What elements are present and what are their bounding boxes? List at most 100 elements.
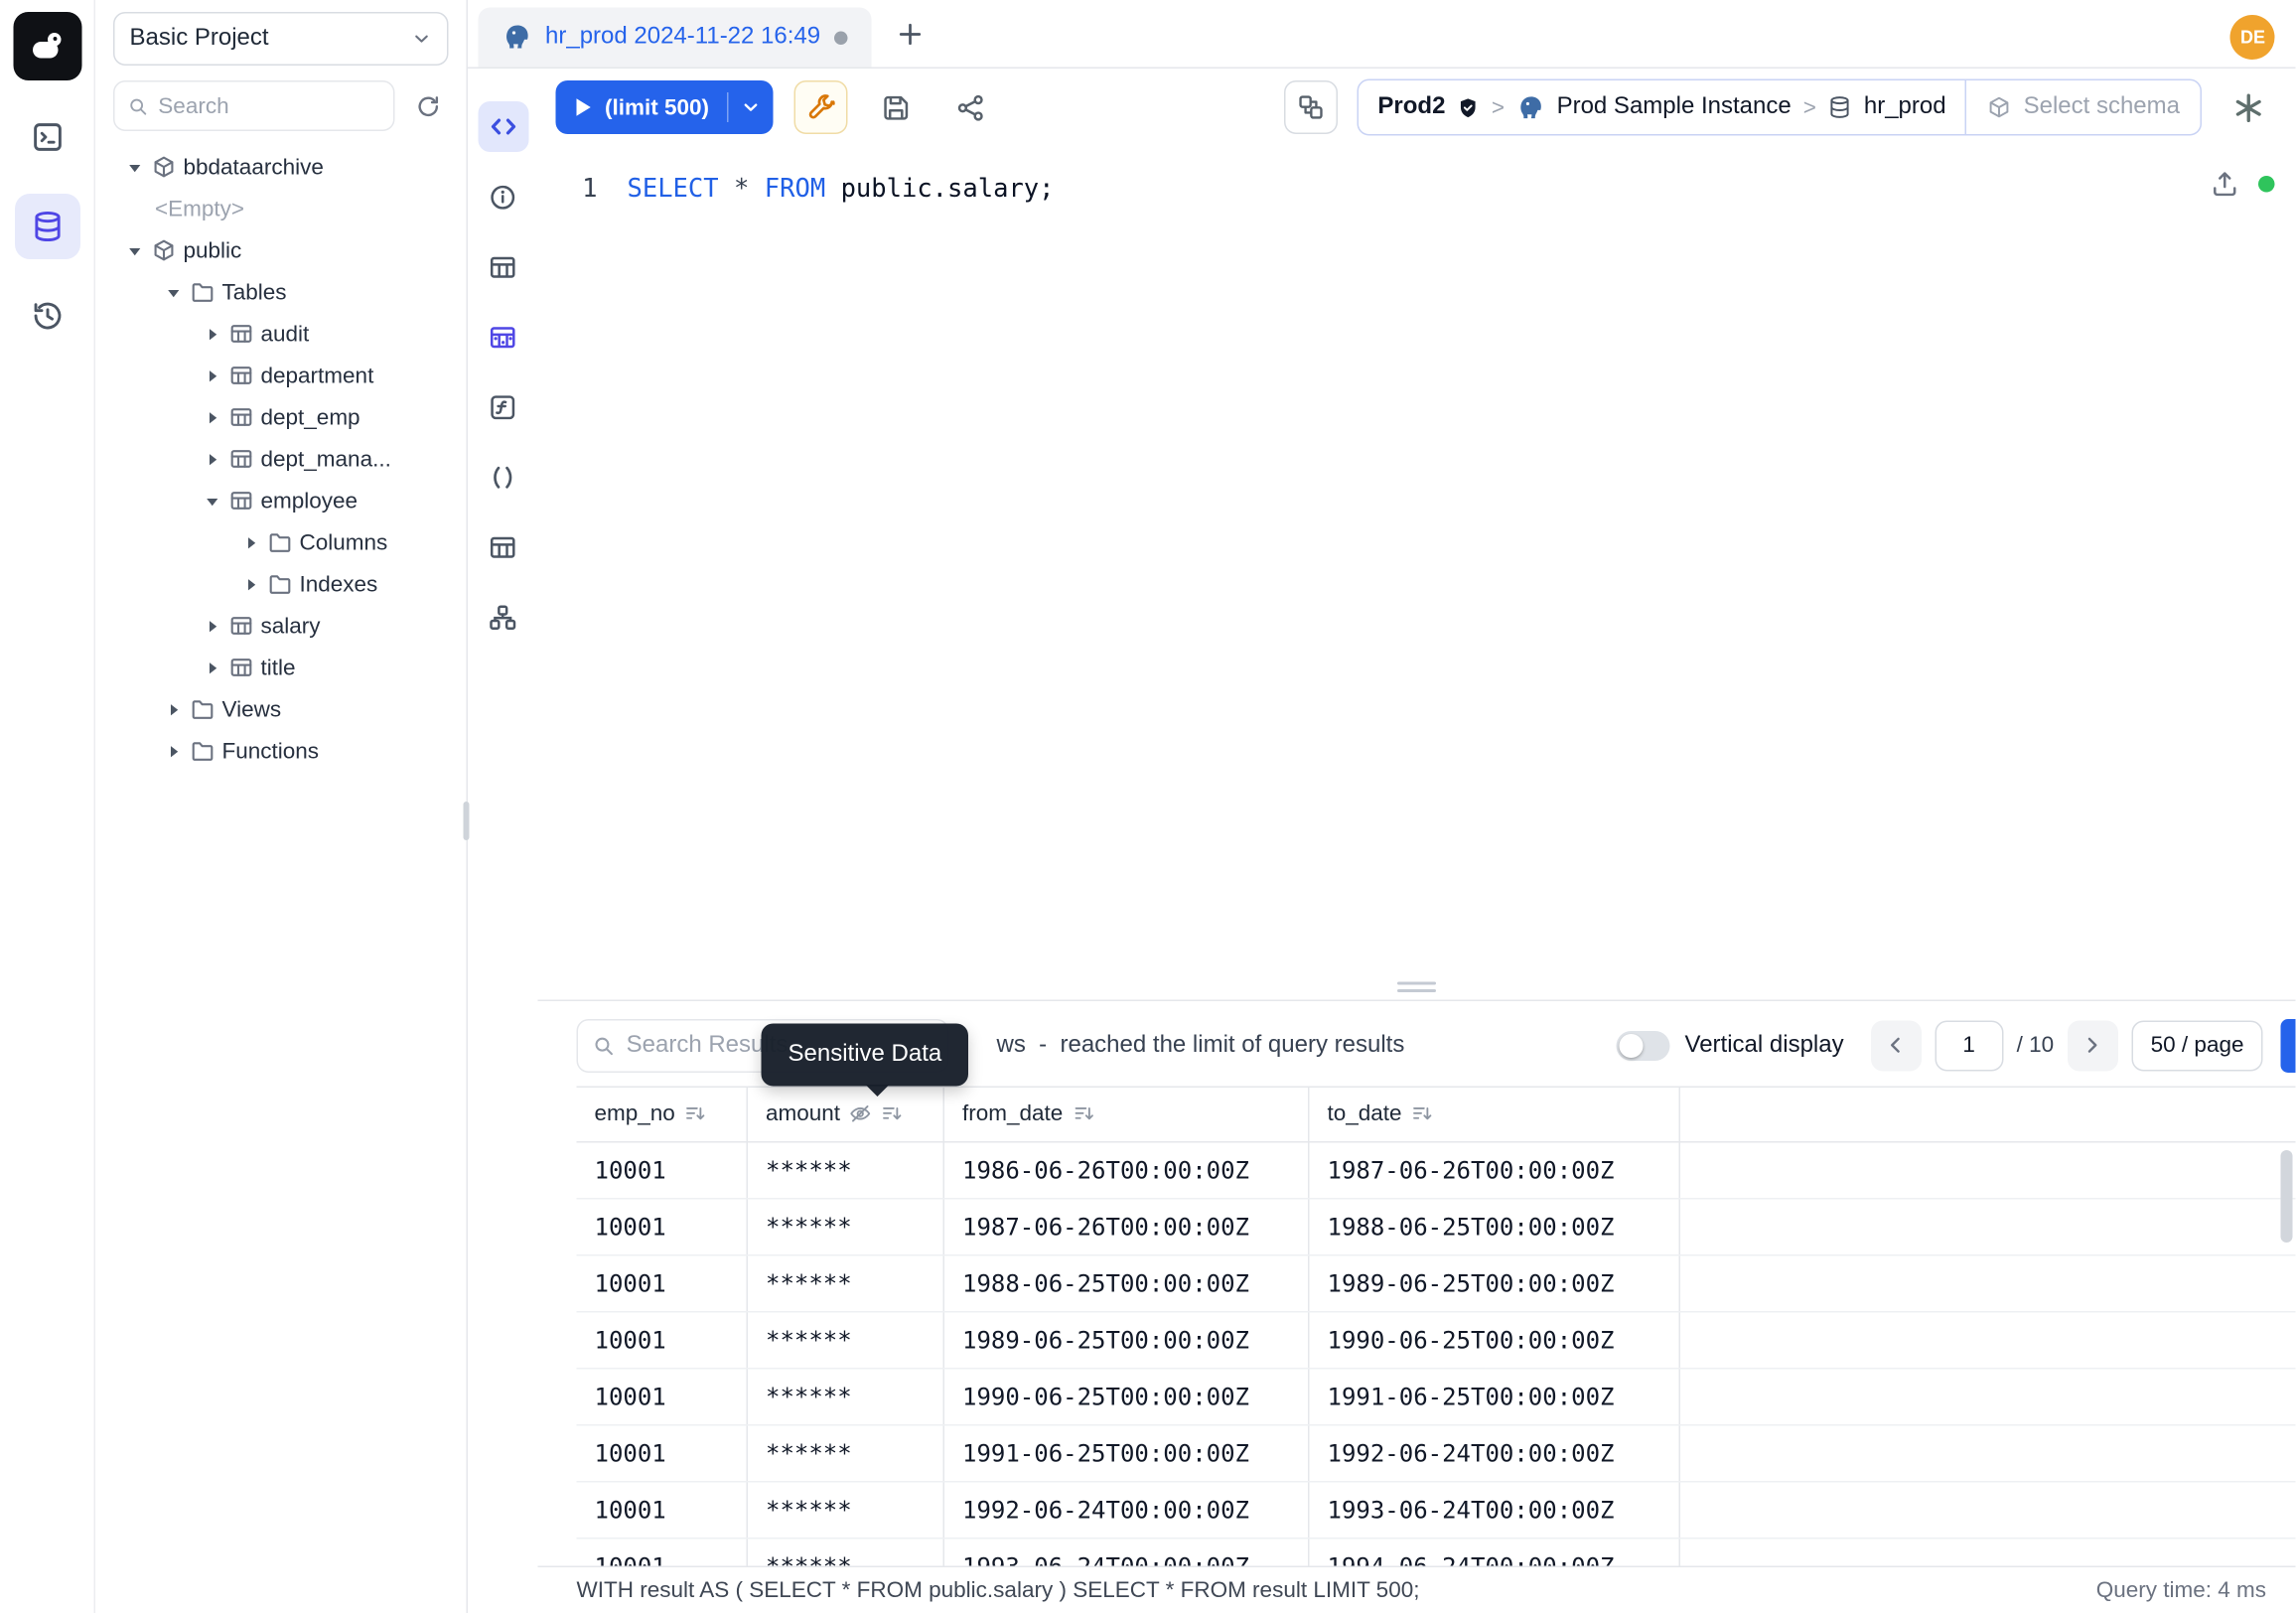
- breadcrumb[interactable]: Prod2 > Prod Sample Instance > hr_prod: [1359, 80, 1965, 134]
- table-cell: 10001: [577, 1199, 749, 1254]
- share-button[interactable]: [943, 80, 997, 134]
- schema-selector[interactable]: Select schema: [1965, 80, 2201, 134]
- run-options-chevron-icon[interactable]: [741, 97, 762, 118]
- prev-page-button[interactable]: [1871, 1020, 1922, 1071]
- database-label: hr_prod: [1864, 94, 1946, 121]
- tree-item-label: <Empty>: [155, 196, 244, 221]
- run-query-button[interactable]: (limit 500): [556, 80, 774, 134]
- eye-off-icon: [849, 1102, 872, 1125]
- tree-item-public[interactable]: public: [95, 229, 467, 271]
- tree-item-dept-emp[interactable]: dept_emp: [95, 396, 467, 438]
- info-panel-button[interactable]: [478, 172, 528, 222]
- worksheet-icon: [31, 121, 64, 154]
- tree-item-tables[interactable]: Tables: [95, 271, 467, 313]
- caret-right-icon: [164, 741, 184, 761]
- tree-item-label: Tables: [222, 279, 287, 305]
- table-icon: [489, 532, 517, 561]
- table-row[interactable]: 10001******1990-06-25T00:00:00Z1991-06-2…: [577, 1369, 2296, 1425]
- column-header-amount[interactable]: amount: [748, 1087, 944, 1140]
- history-icon: [31, 300, 64, 333]
- tree-item-employee[interactable]: employee: [95, 480, 467, 521]
- column-header-from_date[interactable]: from_date: [944, 1087, 1310, 1140]
- worksheet-mode-button[interactable]: [478, 101, 528, 152]
- table-row[interactable]: 10001******1986-06-26T00:00:00Z1987-06-2…: [577, 1142, 2296, 1199]
- breadcrumb-separator: >: [1803, 94, 1816, 120]
- tree-item-bbdataarchive[interactable]: bbdataarchive: [95, 146, 467, 188]
- caret-right-icon: [203, 658, 222, 677]
- caret-right-icon: [203, 449, 222, 469]
- table-scrollbar[interactable]: [2281, 1149, 2293, 1242]
- table-row[interactable]: 10001******1989-06-25T00:00:00Z1990-06-2…: [577, 1312, 2296, 1369]
- change-connection-button[interactable]: [1284, 80, 1338, 134]
- table-cell: 1990-06-25T00:00:00Z: [944, 1369, 1310, 1424]
- tables-panel-button[interactable]: [478, 241, 528, 292]
- ai-assistant-button[interactable]: [2222, 80, 2275, 134]
- page-number-input[interactable]: 1: [1935, 1020, 2003, 1071]
- functions-panel-button[interactable]: [478, 381, 528, 432]
- panel-resize-handle[interactable]: [1397, 981, 1436, 992]
- admin-mode-button[interactable]: [794, 80, 848, 134]
- schema-diagram-button[interactable]: [478, 592, 528, 643]
- new-tab-button[interactable]: [885, 9, 935, 60]
- tree-item-department[interactable]: department: [95, 355, 467, 396]
- history-rail-button[interactable]: [14, 283, 79, 349]
- tree-item-title[interactable]: title: [95, 647, 467, 688]
- ai-assistant-icon: [2232, 91, 2264, 123]
- instance-label: Prod Sample Instance: [1557, 94, 1792, 121]
- sort-icon: [881, 1102, 904, 1125]
- table-row[interactable]: 10001******1987-06-26T00:00:00Z1988-06-2…: [577, 1199, 2296, 1255]
- sidebar-search[interactable]: [113, 80, 395, 131]
- table-icon: [229, 614, 253, 638]
- masked-data-panel-button[interactable]: [478, 312, 528, 363]
- export-icon[interactable]: [2211, 170, 2239, 199]
- tree-item-functions[interactable]: Functions: [95, 730, 467, 772]
- column-header-label: from_date: [962, 1101, 1063, 1127]
- refresh-button[interactable]: [407, 85, 449, 127]
- sensitive-table-icon: [489, 323, 517, 352]
- page-size-selector[interactable]: 50 / page: [2131, 1020, 2263, 1071]
- database-rail-button[interactable]: [14, 194, 79, 259]
- sql-editor-rail-button[interactable]: [14, 104, 79, 170]
- bytebase-logo[interactable]: [13, 12, 81, 80]
- tree-item-dept-mana-[interactable]: dept_mana...: [95, 438, 467, 480]
- tree-item-indexes[interactable]: Indexes: [95, 563, 467, 605]
- table-row[interactable]: 10001******1991-06-25T00:00:00Z1992-06-2…: [577, 1425, 2296, 1482]
- table-icon: [229, 656, 253, 679]
- sidebar-search-input[interactable]: [158, 93, 379, 119]
- tree-item-salary[interactable]: salary: [95, 605, 467, 647]
- table-cell-empty: [1680, 1255, 2296, 1311]
- save-button[interactable]: [869, 80, 923, 134]
- tree-item-label: public: [184, 237, 242, 263]
- column-header-to_date[interactable]: to_date: [1310, 1087, 1681, 1140]
- table-row[interactable]: 10001******1993-06-24T00:00:00Z1994-06-2…: [577, 1539, 2296, 1565]
- tree-item-columns[interactable]: Columns: [95, 521, 467, 563]
- table-cell: ******: [748, 1312, 944, 1368]
- column-header-emp_no[interactable]: emp_no: [577, 1087, 749, 1140]
- vertical-display-toggle[interactable]: [1617, 1030, 1670, 1060]
- save-icon: [881, 93, 910, 122]
- sql-star: *: [734, 175, 749, 205]
- tree-item-audit[interactable]: audit: [95, 313, 467, 355]
- next-page-button[interactable]: [2068, 1020, 2118, 1071]
- panel-toggle-strip[interactable]: [2281, 1018, 2296, 1072]
- info-icon: [489, 183, 517, 212]
- column-header-empty: [1680, 1087, 2296, 1140]
- sql-editor[interactable]: 1 SELECT * FROM public.salary;: [538, 146, 2296, 990]
- views-panel-button[interactable]: [478, 521, 528, 572]
- folder-icon: [191, 280, 215, 304]
- database-icon: [1828, 95, 1852, 119]
- table-row[interactable]: 10001******1988-06-25T00:00:00Z1989-06-2…: [577, 1255, 2296, 1312]
- procedures-panel-button[interactable]: [478, 452, 528, 503]
- table-row[interactable]: 10001******1992-06-24T00:00:00Z1993-06-2…: [577, 1482, 2296, 1539]
- editor-column: (limit 500): [538, 69, 2296, 1613]
- table-icon: [229, 322, 253, 346]
- table-cell: 10001: [577, 1255, 749, 1311]
- tree-item-views[interactable]: Views: [95, 688, 467, 730]
- table-cell: ******: [748, 1142, 944, 1198]
- project-selector[interactable]: Basic Project: [113, 12, 449, 66]
- tab-hr-prod[interactable]: hr_prod 2024-11-22 16:49: [479, 8, 872, 68]
- tree-item-label: salary: [261, 613, 321, 639]
- sql-identifier: public.salary;: [841, 175, 1055, 205]
- table-cell: 1987-06-26T00:00:00Z: [1310, 1142, 1681, 1198]
- sidebar-resize-handle[interactable]: [464, 802, 470, 840]
